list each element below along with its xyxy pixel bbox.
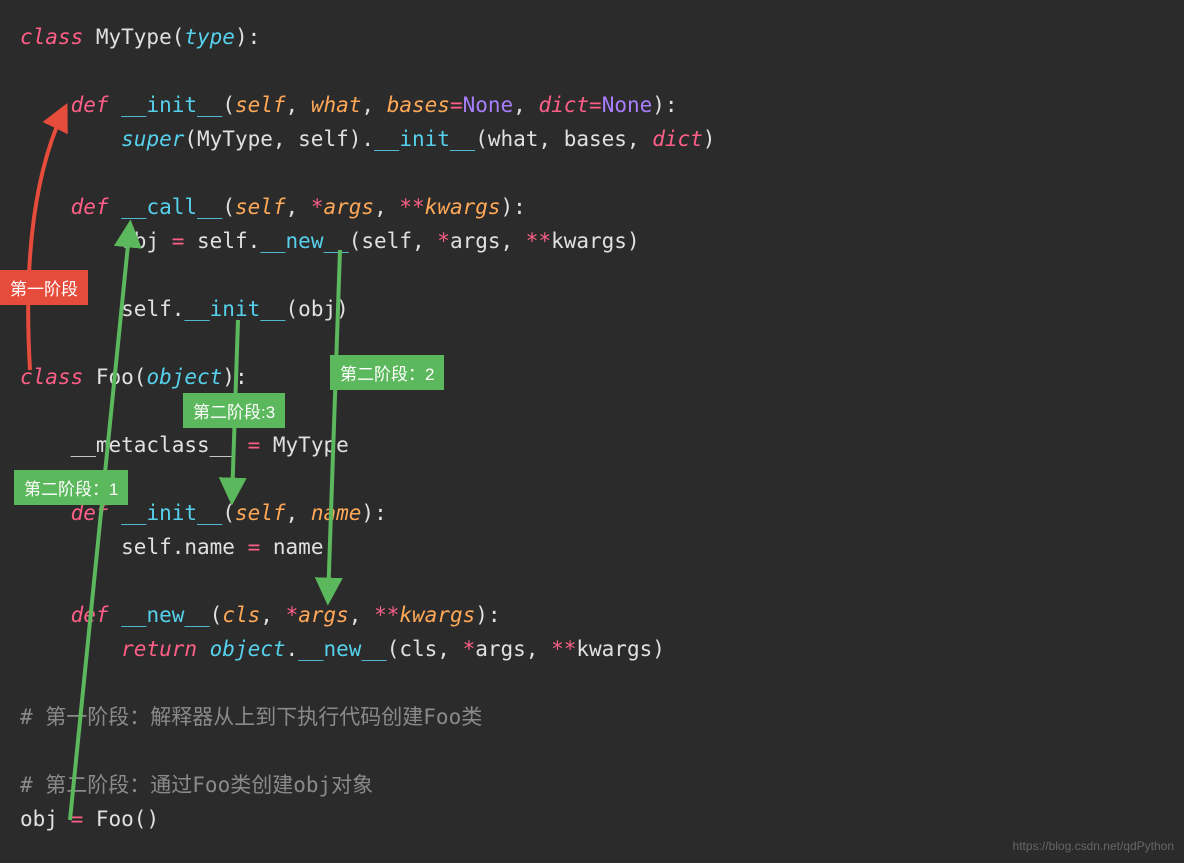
code-line [20,258,1174,292]
code-line: def __init__(self, name): [20,496,1174,530]
label-stage1: 第一阶段 [0,270,88,305]
code-editor: class MyType(type): def __init__(self, w… [20,20,1174,836]
code-line [20,666,1174,700]
code-line: return object.__new__(cls, *args, **kwar… [20,632,1174,666]
code-line [20,462,1174,496]
code-line: def __call__(self, *args, **kwargs): [20,190,1174,224]
code-line [20,564,1174,598]
label-stage2-3: 第二阶段:3 [183,393,285,428]
label-stage2-2: 第二阶段：2 [330,355,444,390]
code-line: super(MyType, self).__init__(what, bases… [20,122,1174,156]
code-line: self.name = name [20,530,1174,564]
code-line: def __init__(self, what, bases=None, dic… [20,88,1174,122]
code-line [20,326,1174,360]
code-line: obj = self.__new__(self, *args, **kwargs… [20,224,1174,258]
label-stage2-1: 第二阶段：1 [14,470,128,505]
code-line: obj = Foo() [20,802,1174,836]
code-line: __metaclass__ = MyType [20,428,1174,462]
code-line: def __new__(cls, *args, **kwargs): [20,598,1174,632]
code-line [20,734,1174,768]
code-comment: # 第一阶段：解释器从上到下执行代码创建Foo类 [20,700,1174,734]
code-line: class Foo(object): [20,360,1174,394]
code-line: class MyType(type): [20,20,1174,54]
code-line: self.__init__(obj) [20,292,1174,326]
watermark: https://blog.csdn.net/qdPython [1013,839,1174,853]
code-line [20,156,1174,190]
code-comment: # 第二阶段：通过Foo类创建obj对象 [20,768,1174,802]
code-line [20,54,1174,88]
